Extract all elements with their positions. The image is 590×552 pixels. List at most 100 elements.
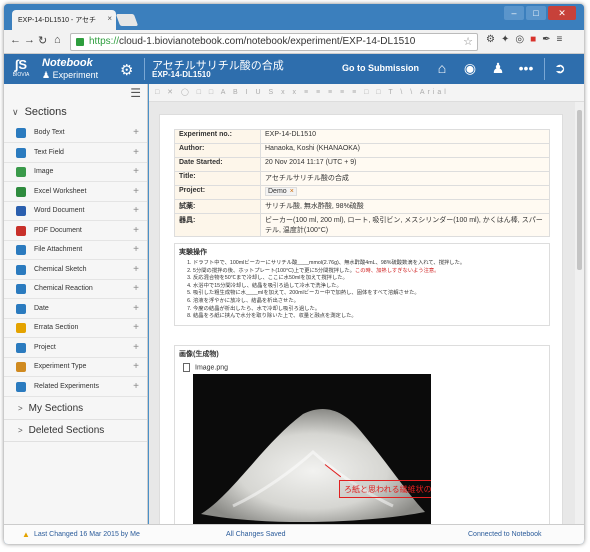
extension-puzzle-icon[interactable]: ✦ <box>501 34 509 45</box>
sidebar-item-excel-worksheet[interactable]: Excel Worksheet + <box>4 183 147 202</box>
metadata-value[interactable]: アセチルサリチル酸の合成 <box>260 171 550 186</box>
metadata-row: Date Started: 20 Nov 2014 11:17 (UTC + 9) <box>174 157 550 172</box>
address-bar[interactable]: https://cloud-1.biovianotebook.com/noteb… <box>70 33 478 51</box>
add-section-icon[interactable]: + <box>133 186 139 197</box>
logout-icon[interactable]: ➲ <box>554 60 566 77</box>
last-changed-text: Last Changed 16 Mar 2015 by Me <box>34 531 140 538</box>
sidebar-item-image[interactable]: Image + <box>4 163 147 182</box>
maximize-icon[interactable]: □ <box>526 6 546 20</box>
my-sections-header[interactable]: > My Sections <box>4 398 147 420</box>
metadata-value[interactable]: 20 Nov 2014 11:17 (UTC + 9) <box>260 157 550 172</box>
sidebar-item-related-experiments[interactable]: Related Experiments + <box>4 378 147 397</box>
sidebar-item-chemical-reaction[interactable]: Chemical Reaction + <box>4 280 147 299</box>
image-section-title: 画像(生成物) <box>179 351 219 358</box>
product-photo[interactable]: ろ紙と思われる繊維状のものが混入 <box>193 374 431 524</box>
metadata-value[interactable]: ビーカー(100 ml, 200 ml), ロート, 吸引ビン, メスシリンダー… <box>260 213 550 237</box>
add-section-icon[interactable]: + <box>133 361 139 372</box>
add-section-icon[interactable]: + <box>133 147 139 158</box>
sidebar-item-project[interactable]: Project + <box>4 339 147 358</box>
sidebar-item-pdf-document[interactable]: PDF Document + <box>4 222 147 241</box>
add-section-icon[interactable]: + <box>133 342 139 353</box>
forward-icon[interactable]: → <box>24 34 35 46</box>
title-bar: EXP-14-DL1510 - アセチ × – □ ✕ <box>4 4 584 30</box>
metadata-key: 器具: <box>174 213 261 237</box>
image-annotation[interactable]: ろ紙と思われる繊維状のものが混入 <box>339 480 431 498</box>
add-section-icon[interactable]: + <box>133 381 139 392</box>
sidebar-item-experiment-type[interactable]: Experiment Type + <box>4 358 147 377</box>
metadata-key: Project: <box>174 185 261 200</box>
chevron-right-icon: > <box>18 404 23 413</box>
settings-gear-icon[interactable]: ⚙ <box>120 61 133 79</box>
metadata-row: Author: Hanaoka, Koshi (KHANAOKA) <box>174 143 550 158</box>
metadata-value[interactable]: Demo × <box>260 185 550 200</box>
home-icon[interactable]: ⌂ <box>54 34 61 46</box>
remove-project-icon[interactable]: × <box>290 188 294 195</box>
browser-tab[interactable]: EXP-14-DL1510 - アセチ × <box>12 10 116 30</box>
my-sections-label: My Sections <box>28 403 84 414</box>
powder-pile-illustration <box>201 408 425 523</box>
reload-icon[interactable]: ↻ <box>38 34 47 47</box>
go-to-submission-button[interactable]: Go to Submission <box>342 63 419 73</box>
extension-target-icon[interactable]: ◎ <box>515 34 524 45</box>
biovia-logo: ∫S BIOVIA <box>10 58 32 80</box>
globe-icon[interactable]: ◉ <box>456 60 484 77</box>
sidebar-item-label: Excel Worksheet <box>34 187 87 195</box>
minimize-icon[interactable]: – <box>504 6 524 20</box>
window-close-icon[interactable]: ✕ <box>548 6 576 20</box>
header-divider-right <box>544 58 545 80</box>
more-icon[interactable]: ••• <box>512 60 540 77</box>
add-section-icon[interactable]: + <box>133 225 139 236</box>
sidebar-item-date[interactable]: Date + <box>4 300 147 319</box>
sidebar-item-text-field[interactable]: Text Field + <box>4 144 147 163</box>
sections-header[interactable]: ∨ Sections <box>12 106 67 118</box>
add-section-icon[interactable]: + <box>133 166 139 177</box>
procedure-steps: ドラフト中で、100mlビーカーにサリチル酸____mmol(2.76g)、無水… <box>175 260 549 325</box>
new-tab-button[interactable] <box>115 14 139 26</box>
procedure-section[interactable]: 実験操作 ドラフト中で、100mlビーカーにサリチル酸____mmol(2.76… <box>174 243 550 326</box>
sidebar-item-chemical-sketch[interactable]: Chemical Sketch + <box>4 261 147 280</box>
home-nav-icon[interactable]: ⌂ <box>428 60 456 77</box>
pdf-icon <box>16 225 26 236</box>
add-section-icon[interactable]: + <box>133 322 139 333</box>
back-icon[interactable]: ← <box>10 34 21 46</box>
font-select[interactable]: Arial <box>420 89 449 96</box>
sidebar-item-body-text[interactable]: Body Text + <box>4 124 147 143</box>
extension-gear-icon[interactable]: ⚙ <box>486 34 495 45</box>
editor-scrollbar[interactable] <box>575 102 584 524</box>
metadata-row: 器具: ビーカー(100 ml, 200 ml), ロート, 吸引ビン, メスシリ… <box>174 213 550 237</box>
tab-close-icon[interactable]: × <box>107 14 112 23</box>
experiment-type-icon <box>16 362 26 372</box>
biovia-logo-mark-icon: ∫S <box>14 57 28 72</box>
deleted-sections-header[interactable]: > Deleted Sections <box>4 420 147 442</box>
procedure-step: 反応混合物を50℃まで冷却し、ここに水50mlを加えて撹拌した。 <box>193 275 545 283</box>
add-section-icon[interactable]: + <box>133 205 139 216</box>
browser-menu-icon[interactable]: ≡ <box>557 34 563 45</box>
image-icon <box>16 167 26 177</box>
add-section-icon[interactable]: + <box>133 303 139 314</box>
extension-red-icon[interactable]: ■ <box>530 34 536 45</box>
sidebar-item-file-attachment[interactable]: File Attachment + <box>4 241 147 260</box>
bookmark-star-icon[interactable]: ☆ <box>463 35 473 48</box>
metadata-value[interactable]: サリチル酸, 無水酢酸, 98%硫酸 <box>260 199 550 214</box>
experiment-label: ♟ Experiment <box>42 70 99 80</box>
notebook-label[interactable]: Notebook <box>42 57 93 69</box>
sidebar-item-errata-section[interactable]: Errata Section + <box>4 319 147 338</box>
metadata-key: Title: <box>174 171 261 186</box>
sidebar-item-label: Chemical Reaction <box>34 285 93 292</box>
image-section[interactable]: 画像(生成物) Image.png ろ紙と思われる繊維状の <box>174 345 550 524</box>
sidebar-item-word-document[interactable]: Word Document + <box>4 202 147 221</box>
add-section-icon[interactable]: + <box>133 127 139 138</box>
user-icon[interactable]: ♟ <box>484 60 512 77</box>
project-chip[interactable]: Demo × <box>265 187 297 196</box>
scrollbar-thumb[interactable] <box>577 110 582 270</box>
add-section-icon[interactable]: + <box>133 264 139 275</box>
sidebar-menu-icon[interactable]: ☰ <box>130 86 141 100</box>
extension-wrench-icon[interactable]: ✒ <box>542 34 550 45</box>
metadata-value[interactable]: EXP-14-DL1510 <box>260 129 550 144</box>
metadata-value[interactable]: Hanaoka, Koshi (KHANAOKA) <box>260 143 550 158</box>
add-section-icon[interactable]: + <box>133 283 139 294</box>
experiment-page: Experiment no.: EXP-14-DL1510 Author: Hanao… <box>159 114 563 524</box>
add-section-icon[interactable]: + <box>133 244 139 255</box>
url-text: cloud-1.biovianotebook.com/notebook/expe… <box>119 36 416 47</box>
toolbar-format-icons[interactable]: □ ✕ ◯ □ □ A B I U S x x ≡ ≡ ≡ ≡ ≡ □ □ T … <box>155 89 415 96</box>
